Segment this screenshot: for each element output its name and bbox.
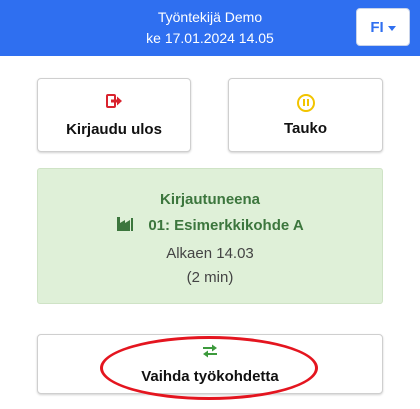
app-header: Työntekijä Demo ke 17.01.2024 14.05 FI — [0, 0, 420, 56]
change-worksite-button[interactable]: Vaihda työkohdetta — [37, 334, 383, 394]
pause-button-label: Tauko — [283, 119, 328, 137]
language-code: FI — [370, 18, 384, 36]
logout-button-label: Kirjaudu ulos — [66, 120, 162, 138]
factory-icon — [116, 215, 134, 235]
login-duration: (2 min) — [186, 269, 234, 286]
current-site-name: 01: Esimerkkikohde A — [148, 216, 304, 234]
pause-button[interactable]: Tauko — [228, 78, 383, 152]
caret-down-icon — [387, 25, 396, 31]
language-select-button[interactable]: FI — [356, 8, 410, 46]
logout-button[interactable]: Kirjaudu ulos — [37, 78, 191, 152]
login-status-panel: Kirjautuneena 01: Esimerkkikohde A Alkae… — [37, 168, 383, 304]
pause-circle-icon — [296, 93, 315, 112]
login-start-time: Alkaen 14.03 — [166, 245, 254, 262]
status-title: Kirjautuneena — [159, 191, 261, 208]
change-worksite-label: Vaihda työkohdetta — [141, 367, 279, 385]
current-site: 01: Esimerkkikohde A — [38, 215, 382, 235]
sign-out-icon — [105, 93, 123, 113]
swap-arrows-icon — [202, 344, 218, 362]
